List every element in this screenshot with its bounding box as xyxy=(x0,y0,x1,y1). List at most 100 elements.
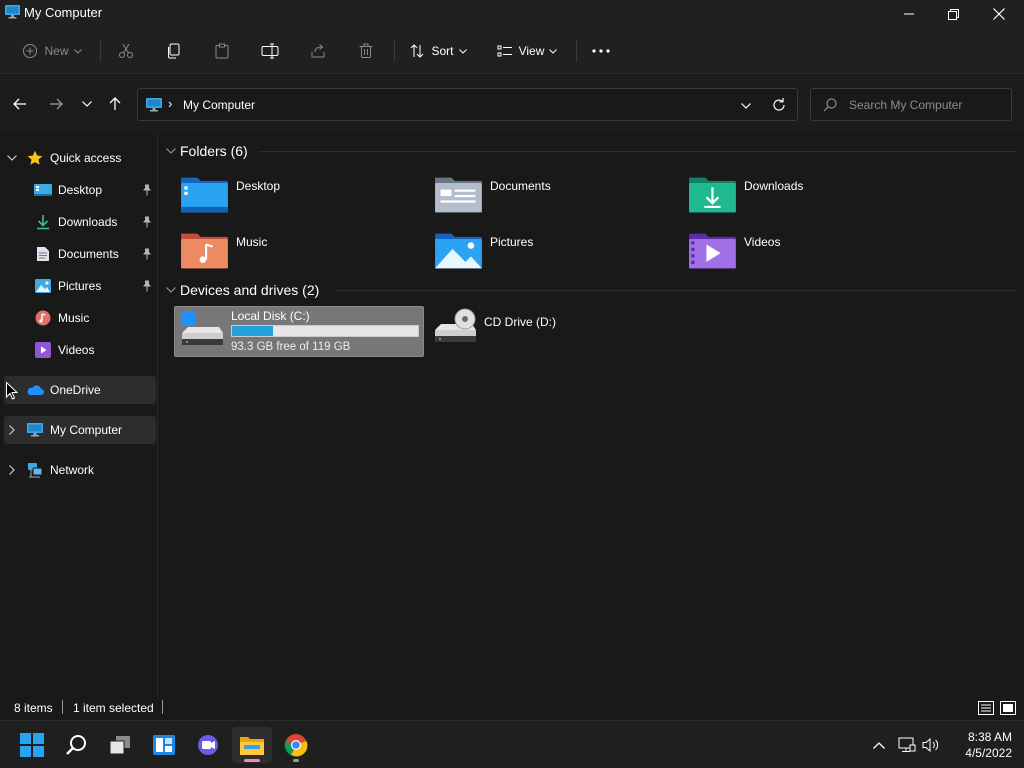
pin-icon[interactable] xyxy=(140,216,154,228)
large-icons-view-icon xyxy=(1000,701,1016,715)
pin-icon[interactable] xyxy=(140,248,154,260)
show-hidden-icons-button[interactable] xyxy=(868,735,890,755)
toolbar-divider xyxy=(100,40,101,62)
chevron-down-icon[interactable] xyxy=(166,148,176,154)
navigation-bar: › My Computer xyxy=(0,75,1024,133)
sidebar-item-network[interactable]: Network xyxy=(4,456,156,484)
up-button[interactable] xyxy=(104,93,126,115)
chevron-down-icon xyxy=(73,48,82,54)
rename-button[interactable] xyxy=(256,36,284,66)
refresh-icon[interactable] xyxy=(770,96,788,114)
back-button[interactable] xyxy=(9,93,31,115)
forward-button[interactable] xyxy=(45,93,67,115)
widgets-icon xyxy=(153,735,175,755)
arrow-left-icon xyxy=(13,98,26,110)
chevron-down-icon xyxy=(82,101,92,107)
chevron-down-icon xyxy=(549,48,558,54)
sidebar-item-onedrive[interactable]: OneDrive xyxy=(4,376,156,404)
chevron-right-icon[interactable] xyxy=(4,422,20,438)
restore-icon xyxy=(947,8,959,20)
downloads-icon xyxy=(34,213,52,231)
view-button[interactable]: View xyxy=(490,36,564,66)
cut-button[interactable] xyxy=(112,36,140,66)
delete-icon xyxy=(359,43,373,58)
chrome-taskbar-button[interactable] xyxy=(276,727,316,763)
pin-icon[interactable] xyxy=(140,184,154,196)
widgets-button[interactable] xyxy=(144,727,184,763)
chat-button[interactable] xyxy=(188,727,228,763)
drive-local-disk-c[interactable]: Local Disk (C:) 93.3 GB free of 119 GB xyxy=(174,306,424,357)
pictures-folder-icon xyxy=(435,233,482,269)
taskbar: 8:38 AM 4/5/2022 xyxy=(0,720,1024,768)
sidebar-item-label: My Computer xyxy=(50,423,123,437)
folder-documents[interactable]: Documents xyxy=(434,172,682,222)
close-button[interactable] xyxy=(976,0,1022,28)
onedrive-icon xyxy=(26,381,44,399)
sidebar-item-pictures[interactable]: Pictures xyxy=(4,272,156,300)
details-view-button[interactable] xyxy=(977,699,995,717)
network-status-button[interactable] xyxy=(896,735,918,755)
sort-label: Sort xyxy=(431,44,454,58)
new-button[interactable]: New xyxy=(14,36,90,66)
music-icon xyxy=(34,309,52,327)
sidebar-item-downloads[interactable]: Downloads xyxy=(4,208,156,236)
folder-music[interactable]: Music xyxy=(180,228,428,278)
sidebar-item-documents[interactable]: Documents xyxy=(4,240,156,268)
paste-button[interactable] xyxy=(208,36,236,66)
selection-count: 1 item selected xyxy=(73,701,154,715)
sidebar-item-music[interactable]: Music xyxy=(4,304,156,332)
search-box[interactable] xyxy=(810,88,1012,121)
share-button[interactable] xyxy=(304,36,332,66)
rename-icon xyxy=(261,43,279,59)
address-bar[interactable]: › My Computer xyxy=(137,88,798,121)
copy-button[interactable] xyxy=(160,36,188,66)
more-options-button[interactable] xyxy=(586,36,616,66)
music-folder-icon xyxy=(181,233,228,269)
folder-name: Videos xyxy=(744,235,781,249)
chevron-down-icon[interactable] xyxy=(4,150,20,166)
large-icons-view-button[interactable] xyxy=(999,699,1017,717)
command-bar: New Sort View xyxy=(0,28,1024,74)
pin-icon[interactable] xyxy=(140,280,154,292)
devices-group-header[interactable]: Devices and drives (2) xyxy=(166,279,1016,301)
search-icon xyxy=(66,735,86,755)
running-app-indicator xyxy=(293,759,299,762)
minimize-button[interactable] xyxy=(886,0,932,28)
sidebar-item-label: Documents xyxy=(58,247,119,261)
folder-downloads[interactable]: Downloads xyxy=(688,172,936,222)
sort-button[interactable]: Sort xyxy=(404,36,472,66)
sidebar-item-videos[interactable]: Videos xyxy=(4,336,156,364)
file-explorer-taskbar-button[interactable] xyxy=(232,727,272,763)
clock[interactable]: 8:38 AM 4/5/2022 xyxy=(944,729,1012,761)
sidebar-item-my-computer[interactable]: My Computer xyxy=(4,416,156,444)
devices-header-label: Devices and drives (2) xyxy=(180,282,320,298)
folder-videos[interactable]: Videos xyxy=(688,228,936,278)
folder-pictures[interactable]: Pictures xyxy=(434,228,682,278)
sidebar-item-desktop[interactable]: Desktop xyxy=(4,176,156,204)
recent-locations-button[interactable] xyxy=(76,93,98,115)
volume-button[interactable] xyxy=(920,735,942,755)
status-bar: 8 items 1 item selected xyxy=(0,696,1024,720)
chevron-down-icon[interactable] xyxy=(166,287,176,293)
navigation-pane: Quick access Desktop Downloads Documents… xyxy=(0,134,158,696)
taskbar-search-button[interactable] xyxy=(56,727,96,763)
mouse-cursor-icon xyxy=(6,382,18,400)
folders-group-header[interactable]: Folders (6) xyxy=(166,140,1016,162)
drive-cd-d[interactable]: CD Drive (D:) xyxy=(428,306,678,357)
details-view-icon xyxy=(978,701,994,715)
group-divider xyxy=(336,290,1016,291)
delete-button[interactable] xyxy=(352,36,380,66)
chevron-right-icon[interactable] xyxy=(4,462,20,478)
drive-name: Local Disk (C:) xyxy=(231,309,310,323)
chevron-down-icon[interactable] xyxy=(738,97,754,113)
search-input[interactable] xyxy=(849,95,1004,115)
task-view-button[interactable] xyxy=(100,727,140,763)
restore-button[interactable] xyxy=(930,0,976,28)
sidebar-item-quick-access[interactable]: Quick access xyxy=(4,144,156,172)
cd-drive-icon xyxy=(435,308,476,342)
new-label: New xyxy=(44,44,69,58)
start-button[interactable] xyxy=(12,727,52,763)
item-count: 8 items xyxy=(14,701,53,715)
breadcrumb-my-computer[interactable]: My Computer xyxy=(183,98,255,112)
folder-desktop[interactable]: Desktop xyxy=(180,172,428,222)
